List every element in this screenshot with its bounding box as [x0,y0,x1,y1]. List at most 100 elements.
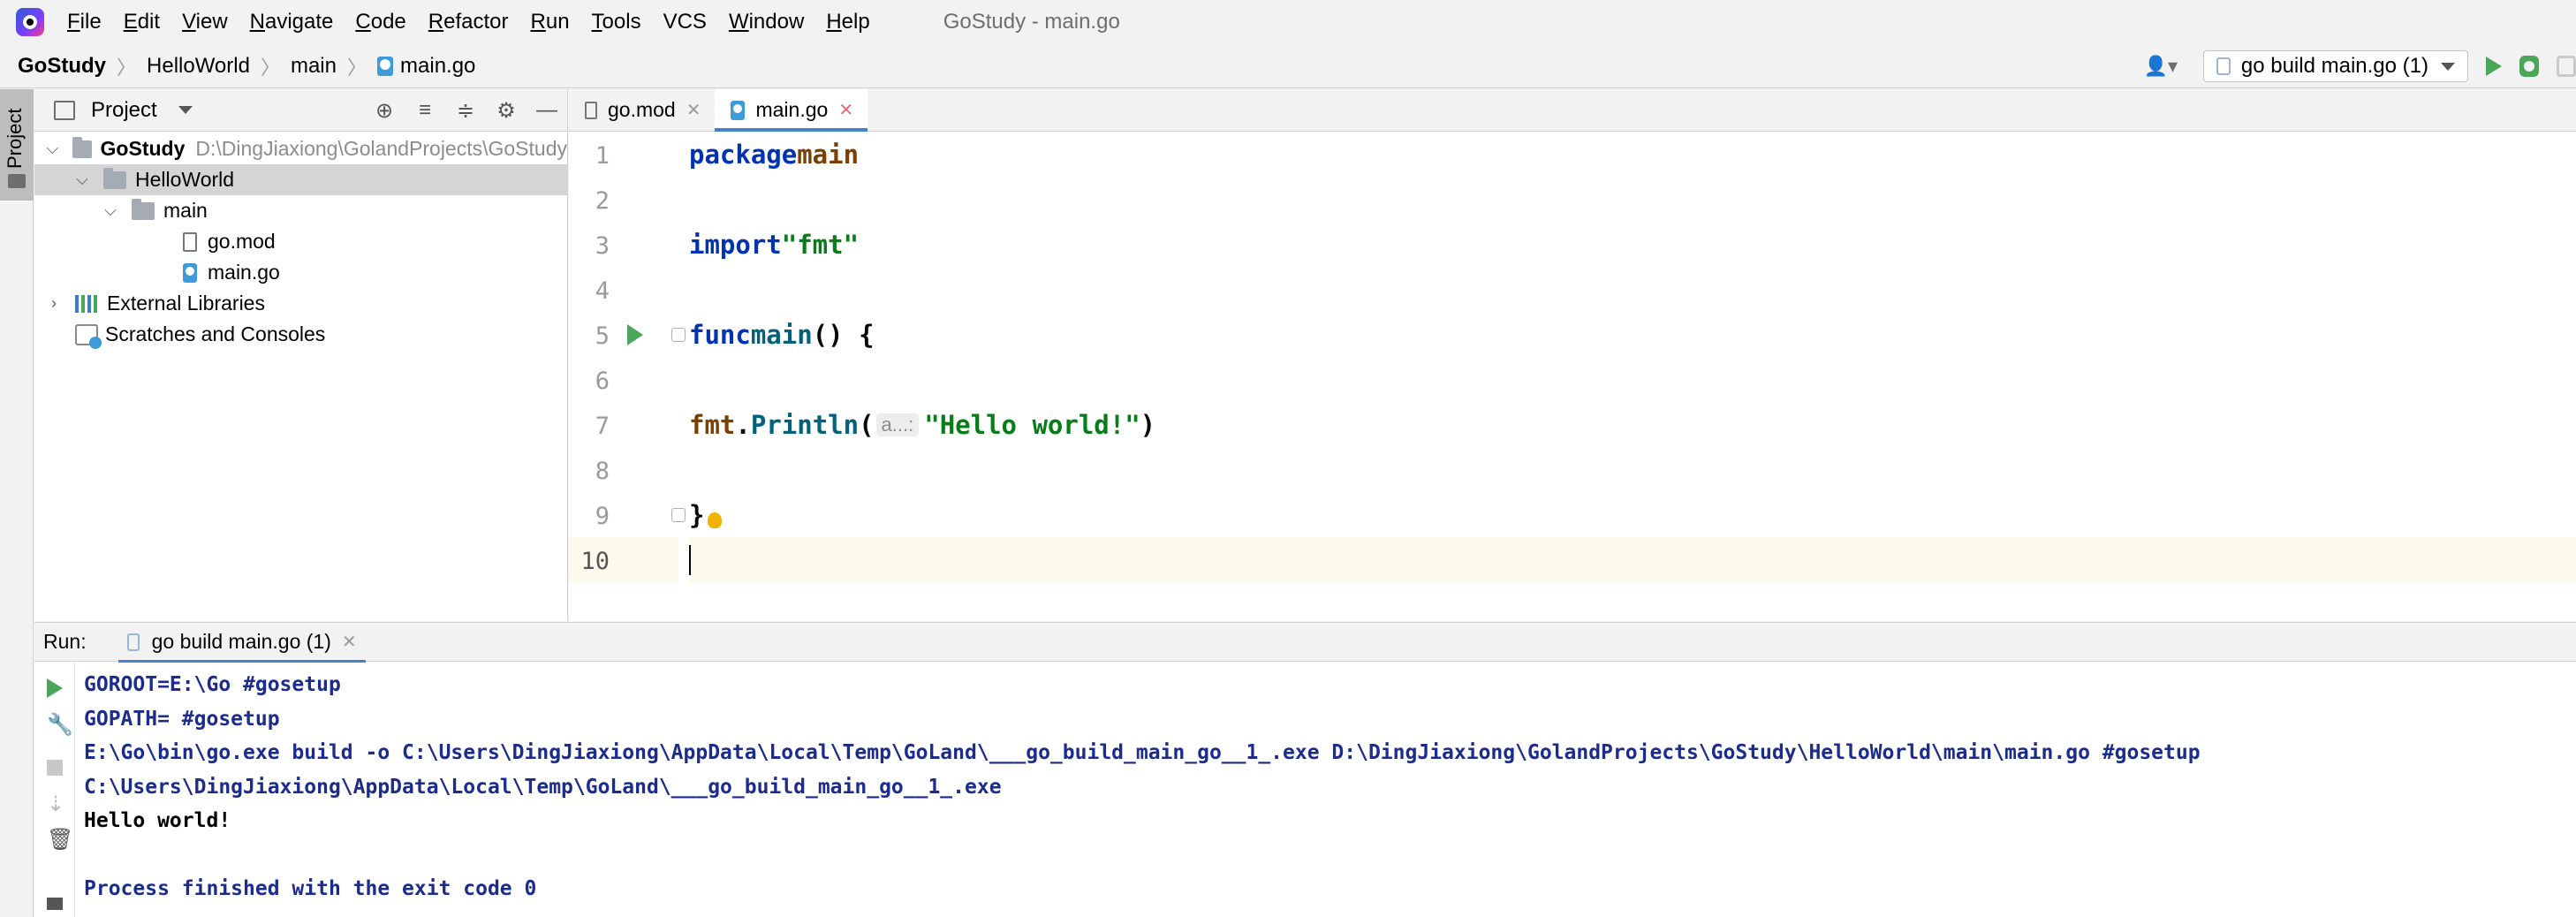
code-line: fmt. Println(a...: "Hello world!") [689,402,2576,447]
menu-tools[interactable]: Tools [592,10,641,34]
collapse-all-icon[interactable]: ≑ [454,99,477,123]
stop-icon[interactable] [47,760,63,776]
tree-item-go-mod[interactable]: go.mod [34,226,567,257]
code-line: package main [689,132,2576,177]
mod-file-icon [183,231,197,252]
go-file-icon [377,56,394,76]
line-number: 4 [595,277,610,305]
gear-icon[interactable]: ⚙ [495,99,518,123]
menu-vcs[interactable]: VCS [663,10,707,34]
left-tool-strip: Project [0,89,34,917]
menu-file[interactable]: File [67,10,102,34]
rerun-icon[interactable] [47,678,63,698]
libraries-icon [75,294,98,313]
breadcrumb-helloworld[interactable]: HelloWorld [147,54,250,79]
tree-item-main-go[interactable]: main.go [34,257,567,288]
run-panel: Run: go build main.go (1) ✕ 🔧 ⇣ 🗑 GOROOT… [34,622,2576,917]
menu-tools-label: ools [602,10,641,34]
run-button[interactable] [2486,57,2502,76]
fold-icon[interactable] [671,508,686,522]
wrench-icon[interactable]: 🔧 [47,715,73,736]
close-icon[interactable]: ✕ [342,631,357,653]
tree-item-gostudy[interactable]: ⌵ GoStudy D:\DingJiaxiong\GolandProjects… [34,133,567,164]
breadcrumb-file[interactable]: main.go [377,54,475,79]
folder-icon [8,174,26,188]
menu-view-mnemonic: V [182,10,196,34]
menu-view[interactable]: View [182,10,228,34]
debug-button[interactable] [2519,56,2539,77]
code-punctuation: ) [1140,409,1156,440]
keyword: func [689,319,751,350]
keyword: import [689,229,782,260]
code-line: func main() { [689,312,2576,357]
menu-navigate[interactable]: Navigate [250,10,334,34]
run-configuration-selector[interactable]: go build main.go (1) [2202,50,2468,82]
fold-icon[interactable] [671,328,686,342]
breadcrumb-main[interactable]: main [291,54,337,79]
chevron-right-icon[interactable]: › [45,294,63,313]
run-tab[interactable]: go build main.go (1) ✕ [117,623,366,663]
close-icon[interactable]: ✕ [686,99,701,121]
menu-run-mnemonic: R [530,10,546,34]
locate-file-icon[interactable]: ⊕ [373,99,396,123]
run-config-icon [2216,57,2231,75]
menu-window[interactable]: Window [729,10,804,34]
project-tool-tab[interactable]: Project [0,89,34,201]
tree-item-scratches[interactable]: Scratches and Consoles [34,319,567,350]
menu-refactor[interactable]: Refactor [428,10,509,34]
lightbulb-icon[interactable] [708,512,723,528]
code-area[interactable]: 1 2 3 4 5 6 7 8 9 10 package main import… [569,132,2576,620]
chevron-down-icon[interactable] [178,106,193,114]
breadcrumb-project[interactable]: GoStudy [18,54,106,79]
user-account-icon[interactable]: 👤▾ [2141,53,2180,80]
menu-help[interactable]: Help [826,10,869,34]
console-output[interactable]: GOROOT=E:\Go #gosetup GOPATH= #gosetup E… [84,668,2576,906]
editor-tabs: go.mod ✕ main.go ✕ [569,89,2576,132]
run-panel-label: Run: [43,630,87,653]
string-literal: "fmt" [781,229,860,260]
tree-item-label: go.mod [208,230,276,253]
menu-refactor-mnemonic: R [428,10,444,34]
trash-icon[interactable]: 🗑 [47,830,73,851]
line-number: 8 [595,458,610,485]
scroll-to-end-icon[interactable]: ⇣ [47,794,66,815]
menu-edit-label: dit [137,10,161,34]
menu-window-label: indow [748,10,805,34]
chevron-down-icon[interactable]: ⌵ [45,140,60,158]
layout-icon[interactable] [47,898,63,910]
tab-go-mod[interactable]: go.mod ✕ [569,89,715,131]
tree-item-helloworld[interactable]: ⌵ HelloWorld [34,164,567,195]
gutter-run-icon[interactable] [627,324,643,345]
chevron-down-icon[interactable]: ⌵ [73,171,91,189]
tree-item-label: HelloWorld [135,168,235,191]
code-editor: go.mod ✕ main.go ✕ 1 2 3 4 5 6 7 8 9 10 … [569,89,2576,621]
menu-bar: File Edit View Navigate Code Refactor Ru… [0,0,2576,44]
coverage-button[interactable] [2557,56,2576,77]
line-number: 7 [595,413,610,440]
hide-panel-icon[interactable]: — [535,98,558,122]
tree-item-main[interactable]: ⌵ main [34,195,567,226]
gutter-line: 6 [569,357,678,402]
menu-edit[interactable]: Edit [124,10,160,34]
go-file-icon [731,100,746,120]
line-number: 10 [580,548,610,575]
project-pane-icon [54,100,75,120]
chevron-down-icon[interactable]: ⌵ [102,201,119,220]
parameter-hint: a...: [875,413,920,436]
project-panel-title[interactable]: Project [91,98,157,123]
tree-item-label: main [163,199,208,222]
project-path: D:\DingJiaxiong\GolandProjects\GoStudy [195,137,567,160]
gutter-line: 8 [569,447,678,492]
console-line: Process finished with the exit code 0 [84,877,537,901]
project-panel: Project ⊕ ≡ ≑ ⚙ — ⌵ GoStudy D:\DingJiaxi… [34,89,568,621]
menu-run[interactable]: Run [531,10,570,34]
tab-main-go[interactable]: main.go ✕ [715,89,868,132]
close-icon[interactable]: ✕ [838,99,853,121]
breadcrumb-separator-icon: 〉 [260,56,280,79]
menu-code[interactable]: Code [355,10,405,34]
expand-all-icon[interactable]: ≡ [413,98,436,122]
tree-item-external-libraries[interactable]: › External Libraries [34,288,567,319]
menu-navigate-label: avigate [265,10,334,34]
